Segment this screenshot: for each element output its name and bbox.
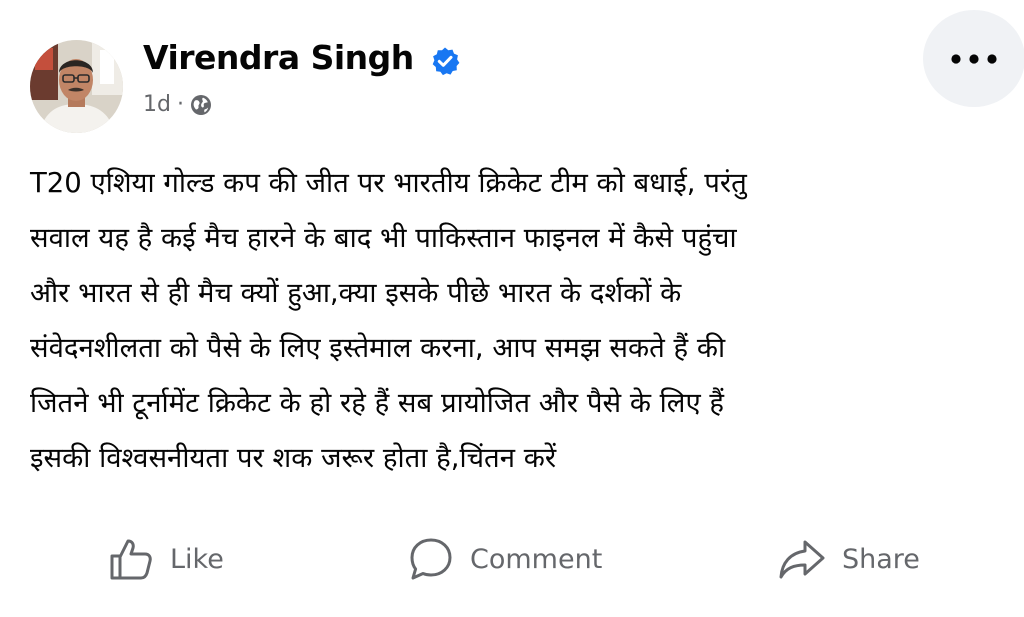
post-text-line: T20 एशिया गोल्ड कप की जीत पर भारतीय क्रि… <box>30 167 747 199</box>
post-time[interactable]: 1d <box>143 92 171 117</box>
post-actions: Like Comment Share <box>0 530 1024 590</box>
verified-badge-icon <box>432 47 460 76</box>
meta-separator: · <box>176 92 184 117</box>
thumbs-up-icon <box>110 539 152 580</box>
author-name[interactable]: Virendra Singh <box>143 38 414 77</box>
like-label: Like <box>170 543 224 575</box>
like-button[interactable]: Like <box>108 530 224 588</box>
post-text-line: और भारत से ही मैच क्यों हुआ,क्या इसके पी… <box>30 277 682 309</box>
profile-photo <box>30 40 123 133</box>
post-text-line: जितने भी टूर्नामेंट क्रिकेट के हो रहे है… <box>30 387 724 419</box>
post-text-line: इसकी विश्वसनीयता पर शक जरूर होता है,चिंत… <box>30 442 557 474</box>
more-horizontal-icon <box>951 53 997 64</box>
share-arrow-icon <box>779 540 825 579</box>
share-button[interactable]: Share <box>778 530 920 588</box>
post-meta: 1d · <box>143 92 212 117</box>
avatar[interactable] <box>30 40 123 133</box>
more-options-button[interactable] <box>923 10 1024 107</box>
post-text-line: सवाल यह है कई मैच हारने के बाद भी पाकिस्… <box>30 222 737 254</box>
comment-label: Comment <box>470 543 603 575</box>
comment-button[interactable]: Comment <box>408 530 602 588</box>
facebook-post: Virendra Singh 1d · T20 एशिया गोल्ड कप क… <box>0 0 1024 617</box>
post-text: T20 एशिया गोल्ड कप की जीत पर भारतीय क्रि… <box>30 156 1005 486</box>
share-label: Share <box>842 543 920 575</box>
post-text-line: संवेदनशीलता को पैसे के लिए इस्तेमाल करना… <box>30 332 726 364</box>
comment-bubble-icon <box>410 538 452 580</box>
globe-icon[interactable] <box>190 94 212 116</box>
